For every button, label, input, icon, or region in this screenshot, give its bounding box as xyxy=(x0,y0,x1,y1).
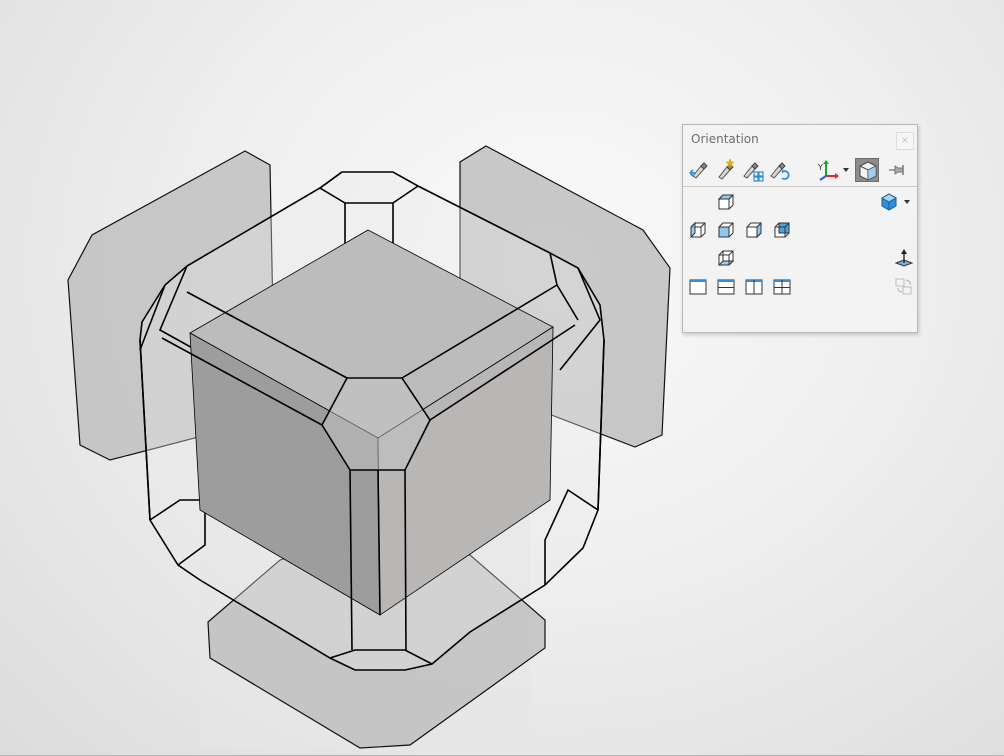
isometric-view-icon[interactable] xyxy=(879,192,899,212)
link-views-icon[interactable] xyxy=(894,277,914,297)
svg-text:Y: Y xyxy=(817,163,823,172)
four-view-icon[interactable] xyxy=(772,277,792,297)
normal-to-icon[interactable] xyxy=(894,248,914,268)
right-view-icon[interactable] xyxy=(744,220,764,240)
isometric-dropdown-icon[interactable] xyxy=(902,192,912,212)
front-view-icon[interactable] xyxy=(716,220,736,240)
back-view-icon[interactable] xyxy=(772,220,792,240)
bottom-view-icon[interactable] xyxy=(716,248,736,268)
previous-view-icon[interactable] xyxy=(687,158,711,182)
reset-standard-views-icon[interactable] xyxy=(767,158,791,182)
new-view-icon[interactable] xyxy=(713,158,737,182)
view-selector-cube-model xyxy=(67,145,671,750)
close-button[interactable]: × xyxy=(896,132,914,150)
graphics-area[interactable]: Orientation × Y xyxy=(0,0,1004,756)
panel-title: Orientation xyxy=(691,132,759,146)
triad-axes-icon[interactable]: Y xyxy=(815,158,839,182)
single-view-icon[interactable] xyxy=(688,277,708,297)
update-standard-views-icon[interactable] xyxy=(740,158,764,182)
axes-dropdown-icon[interactable] xyxy=(841,158,851,182)
view-selector-icon[interactable] xyxy=(855,158,879,182)
two-view-horizontal-icon[interactable] xyxy=(716,277,736,297)
pin-icon[interactable] xyxy=(885,158,909,182)
left-view-icon[interactable] xyxy=(688,220,708,240)
orientation-panel[interactable]: Orientation × Y xyxy=(682,124,918,333)
toolbar-divider xyxy=(683,186,917,187)
two-view-vertical-icon[interactable] xyxy=(744,277,764,297)
top-view-icon[interactable] xyxy=(716,192,736,212)
